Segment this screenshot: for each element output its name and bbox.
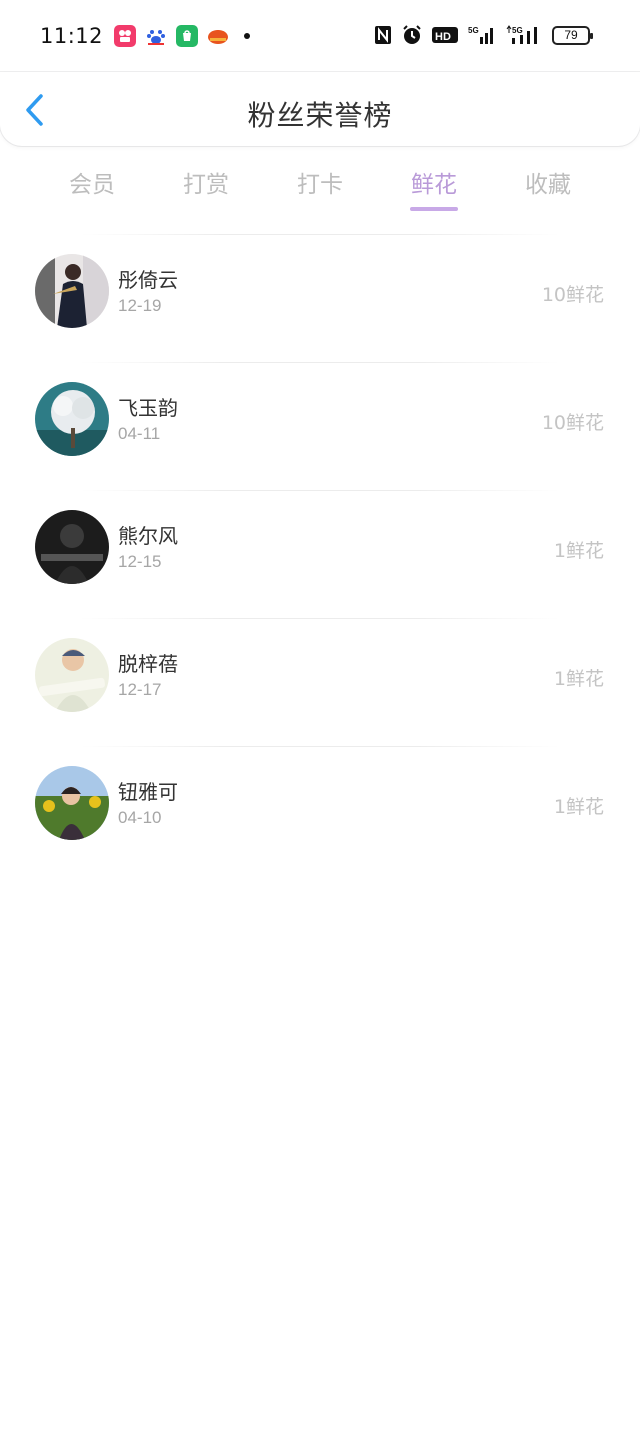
divider	[80, 234, 560, 235]
header-bar: 粉丝荣誉榜	[0, 72, 640, 146]
fan-name: 飞玉韵	[118, 396, 178, 420]
flower-count: 1鲜花	[553, 540, 604, 562]
alarm-clock-icon	[402, 24, 422, 46]
list-item[interactable]: 飞玉韵 04-11 10鲜花	[0, 362, 640, 490]
fan-name: 脱梓蓓	[118, 652, 178, 676]
list-item[interactable]: 脱梓蓓 12-17 1鲜花	[0, 618, 640, 746]
active-tab-indicator	[410, 207, 458, 211]
status-indicators: HD 5G 5G 79	[374, 24, 593, 46]
hd-voice-icon: HD	[432, 24, 458, 46]
fan-date: 04-11	[118, 424, 161, 443]
tab-flowers[interactable]: 鲜花	[377, 165, 491, 215]
tab-label: 打卡	[297, 172, 343, 198]
tab-checkin[interactable]: 打卡	[263, 165, 377, 215]
status-bar: 11:12 HD 5G 5G 79	[0, 0, 640, 72]
fan-name: 钮雅可	[118, 780, 178, 804]
svg-text:HD: HD	[435, 31, 451, 43]
list-item[interactable]: 彤倚云 12-19 10鲜花	[0, 234, 640, 362]
notification-app-icons	[114, 25, 250, 47]
svg-text:5G: 5G	[512, 26, 523, 35]
divider	[80, 490, 560, 491]
page: 11:12 HD 5G 5G 79 粉丝荣誉榜 会员 打赏 打卡 鲜花 收藏 彤…	[0, 0, 640, 1429]
avatar[interactable]	[35, 510, 109, 584]
tab-member[interactable]: 会员	[35, 165, 149, 215]
kuaishou-app-icon	[114, 25, 136, 47]
battery-indicator: 79	[552, 25, 593, 45]
shopping-app-icon	[176, 25, 198, 47]
flower-count: 10鲜花	[541, 284, 604, 306]
flower-count: 1鲜花	[553, 796, 604, 818]
avatar[interactable]	[35, 766, 109, 840]
food-app-icon	[207, 25, 229, 47]
list-item[interactable]: 钮雅可 04-10 1鲜花	[0, 746, 640, 874]
baidu-app-icon	[145, 25, 167, 47]
tab-label: 打赏	[183, 172, 229, 198]
fan-list: 彤倚云 12-19 10鲜花 飞玉韵 04-11 10鲜花 熊尔风 12-15 …	[0, 234, 640, 874]
tab-bar: 会员 打赏 打卡 鲜花 收藏	[35, 165, 605, 215]
fan-name: 熊尔风	[118, 524, 178, 548]
tab-label: 鲜花	[411, 172, 457, 198]
avatar[interactable]	[35, 254, 109, 328]
fan-name: 彤倚云	[118, 268, 178, 292]
tab-label: 收藏	[525, 172, 571, 198]
tab-tips[interactable]: 打赏	[149, 165, 263, 215]
signal-5g-data-icon: 5G	[506, 24, 542, 46]
divider	[80, 746, 560, 747]
flower-count: 10鲜花	[541, 412, 604, 434]
fan-date: 12-15	[118, 552, 162, 571]
page-title: 粉丝荣誉榜	[247, 99, 393, 132]
tab-favorites[interactable]: 收藏	[491, 165, 605, 215]
fan-date: 12-19	[118, 296, 162, 315]
list-item[interactable]: 熊尔风 12-15 1鲜花	[0, 490, 640, 618]
status-time: 11:12	[40, 24, 104, 48]
avatar[interactable]	[35, 638, 109, 712]
svg-text:5G: 5G	[468, 26, 479, 35]
divider	[80, 618, 560, 619]
fan-date: 12-17	[118, 680, 162, 699]
avatar[interactable]	[35, 382, 109, 456]
divider	[80, 362, 560, 363]
flower-count: 1鲜花	[553, 668, 604, 690]
nfc-icon	[374, 24, 392, 46]
fan-date: 04-10	[118, 808, 162, 827]
more-notifications-dot	[244, 33, 250, 39]
tab-label: 会员	[69, 172, 115, 198]
signal-5g-icon: 5G	[468, 24, 496, 46]
